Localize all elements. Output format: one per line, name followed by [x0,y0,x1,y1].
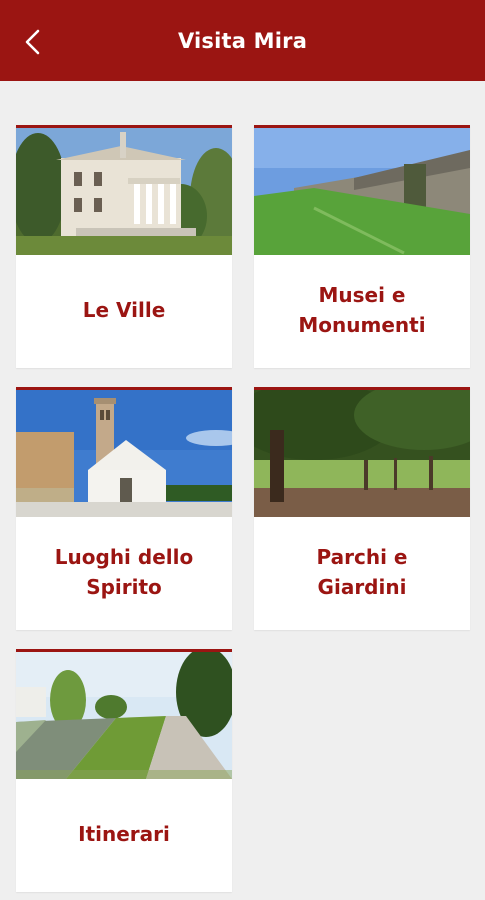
category-card-ville[interactable]: Le Ville [16,125,232,368]
back-button[interactable] [20,28,48,56]
app-bar: Visita Mira [0,0,485,81]
category-card-itinerari[interactable]: Itinerari [16,649,232,892]
parchi-photo [254,390,470,517]
card-label: Le Ville [82,298,166,322]
musei-photo [254,128,470,255]
category-card-parchi[interactable]: Parchi e Giardini [254,387,470,630]
card-label: Luoghi dello Spirito [54,545,194,599]
page-title: Visita Mira [177,28,308,53]
ville-photo [16,128,232,255]
category-card-spirito[interactable]: Luoghi dello Spirito [16,387,232,630]
chevron-left-icon [25,29,40,55]
card-label: Musei e Monumenti [298,283,426,337]
category-card-musei[interactable]: Musei e Monumenti [254,125,470,368]
card-label: Itinerari [78,822,170,846]
card-label: Parchi e Giardini [316,545,408,599]
itinerari-photo [16,652,232,779]
spirito-photo [16,390,232,517]
